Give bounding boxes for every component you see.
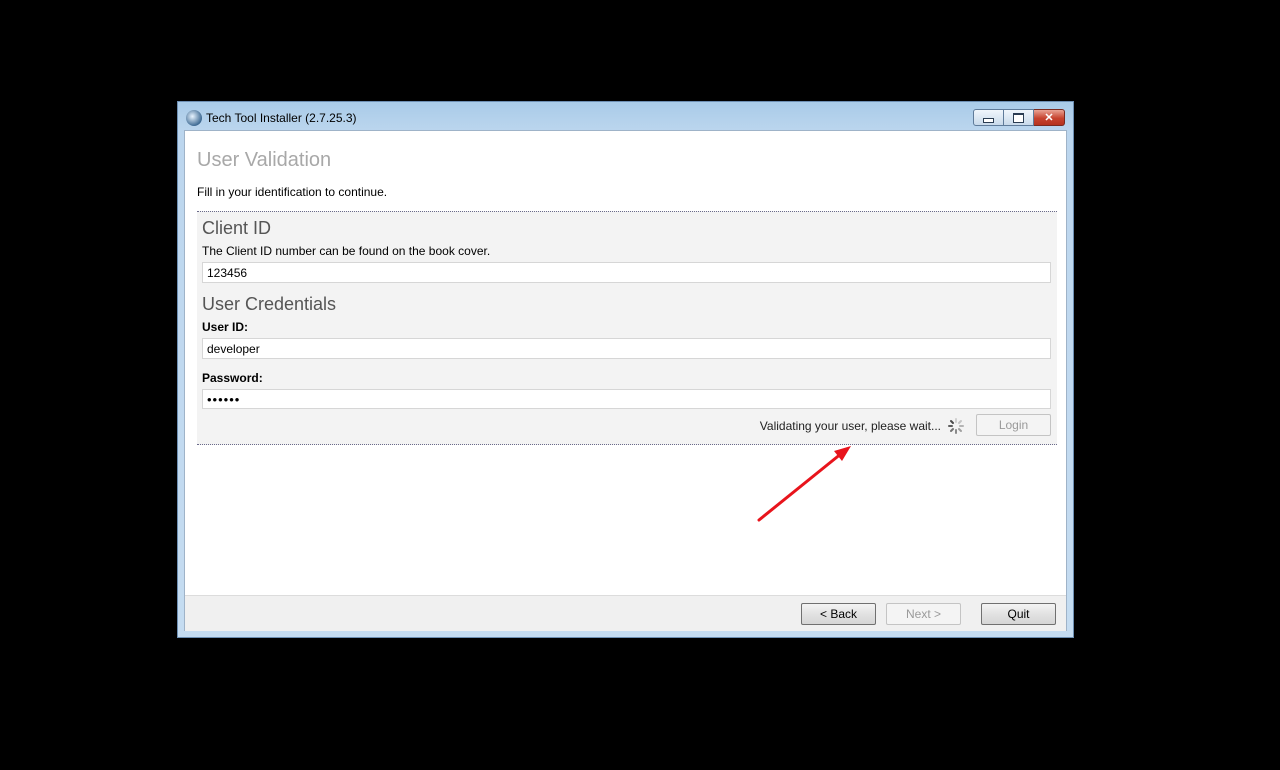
client-id-field[interactable]: 123456 [202, 262, 1051, 283]
loading-spinner-icon [948, 418, 964, 434]
title-bar[interactable]: Tech Tool Installer (2.7.25.3) ✕ [178, 102, 1073, 130]
close-button[interactable]: ✕ [1034, 109, 1065, 126]
user-id-field[interactable]: developer [202, 338, 1051, 359]
minimize-icon [983, 118, 994, 123]
wizard-footer: < Back Next > Quit [185, 595, 1066, 631]
next-button[interactable]: Next > [886, 603, 961, 625]
maximize-button[interactable] [1004, 109, 1034, 126]
validation-status-text: Validating your user, please wait... [759, 419, 941, 433]
password-label: Password: [202, 371, 263, 385]
window-title: Tech Tool Installer (2.7.25.3) [206, 111, 357, 125]
minimize-button[interactable] [973, 109, 1004, 126]
page-title: User Validation [197, 149, 332, 171]
client-area: User Validation Fill in your identificat… [184, 130, 1067, 631]
password-field[interactable]: •••••• [202, 389, 1051, 409]
maximize-icon [1013, 112, 1024, 123]
login-button[interactable]: Login [976, 414, 1051, 436]
client-id-heading: Client ID [202, 218, 272, 238]
installer-window: Tech Tool Installer (2.7.25.3) ✕ User Va… [177, 101, 1074, 638]
app-icon [186, 110, 202, 126]
user-credentials-heading: User Credentials [202, 294, 337, 314]
user-id-label: User ID: [202, 320, 249, 334]
back-button[interactable]: < Back [801, 603, 876, 625]
validation-panel: Client ID The Client ID number can be fo… [197, 211, 1057, 445]
window-controls: ✕ [973, 109, 1065, 127]
quit-button[interactable]: Quit [981, 603, 1056, 625]
close-icon: ✕ [1044, 112, 1054, 124]
page-description: Fill in your identification to continue. [197, 185, 388, 199]
client-id-hint: The Client ID number can be found on the… [202, 244, 491, 258]
